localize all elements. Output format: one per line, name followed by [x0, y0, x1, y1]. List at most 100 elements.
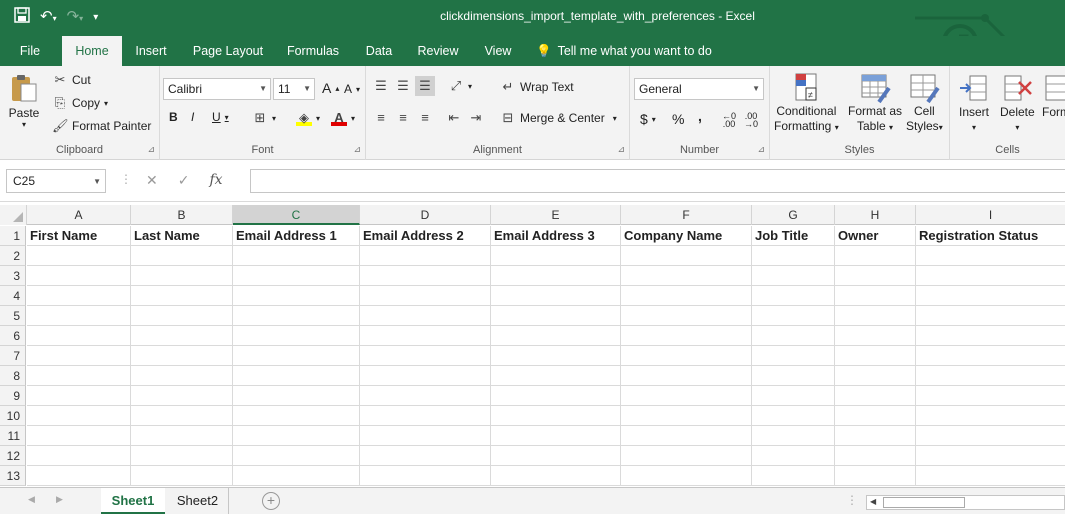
cell[interactable] [916, 306, 1065, 326]
cell[interactable] [27, 286, 131, 306]
cell[interactable] [621, 326, 752, 346]
fill-color-button[interactable]: ◈ ▾ [296, 110, 320, 126]
cell[interactable] [752, 346, 835, 366]
column-header-b[interactable]: B [131, 205, 233, 225]
sheet-tab-sheet1[interactable]: Sheet1 [101, 488, 165, 514]
cell[interactable] [621, 446, 752, 466]
cell[interactable] [916, 466, 1065, 486]
horizontal-scrollbar[interactable]: ◀ [866, 495, 1065, 510]
name-box[interactable]: C25 ▼ [6, 169, 106, 193]
wrap-text-button[interactable]: ↵ Wrap Text [500, 79, 574, 95]
cell[interactable] [131, 246, 233, 266]
cell[interactable] [131, 406, 233, 426]
cell[interactable] [27, 306, 131, 326]
cell[interactable] [360, 466, 491, 486]
cell[interactable] [835, 366, 916, 386]
header-cell[interactable]: First Name [27, 226, 131, 246]
cell[interactable] [27, 326, 131, 346]
cell[interactable] [233, 446, 360, 466]
cell[interactable] [27, 426, 131, 446]
format-painter-button[interactable]: 🖌 Format Painter [52, 118, 151, 134]
cell[interactable] [621, 386, 752, 406]
row-header-9[interactable]: 9 [0, 386, 26, 406]
increase-indent-button[interactable]: ⇥ [468, 110, 484, 126]
cell[interactable] [360, 306, 491, 326]
cell[interactable] [835, 286, 916, 306]
column-header-e[interactable]: E [491, 205, 621, 225]
cell[interactable] [131, 446, 233, 466]
cell[interactable] [233, 326, 360, 346]
row-header-8[interactable]: 8 [0, 366, 26, 386]
copy-button[interactable]: ⎘ Copy ▾ [52, 95, 108, 111]
scroll-left-arrow-icon[interactable]: ◀ [870, 497, 876, 506]
cell[interactable] [916, 406, 1065, 426]
conditional-formatting-button[interactable]: ≠ Conditional Formatting ▾ [774, 72, 839, 135]
tab-file[interactable]: File [10, 36, 50, 66]
cell[interactable] [233, 466, 360, 486]
cell[interactable] [621, 426, 752, 446]
cell[interactable] [233, 426, 360, 446]
cell[interactable] [491, 406, 621, 426]
column-header-a[interactable]: A [27, 205, 131, 225]
format-as-table-button[interactable]: Format as Table ▾ [848, 72, 902, 135]
enter-icon[interactable]: ✓ [178, 172, 190, 189]
cell[interactable] [752, 306, 835, 326]
row-header-13[interactable]: 13 [0, 466, 26, 486]
align-center-button[interactable]: ≡ [395, 110, 411, 126]
cell[interactable] [360, 286, 491, 306]
align-left-button[interactable]: ≡ [373, 110, 389, 126]
tab-data[interactable]: Data [358, 36, 400, 66]
cell[interactable] [491, 346, 621, 366]
scroll-right-icon[interactable]: ▶ [56, 494, 63, 505]
italic-button[interactable]: I [191, 110, 194, 124]
column-header-d[interactable]: D [360, 205, 491, 225]
cell[interactable] [916, 386, 1065, 406]
borders-button[interactable]: ⊞ ▾ [252, 110, 276, 126]
cell[interactable] [233, 306, 360, 326]
cell[interactable] [491, 326, 621, 346]
insert-cells-button[interactable]: Insert ▾ [958, 72, 990, 136]
cell[interactable] [360, 446, 491, 466]
cell[interactable] [835, 246, 916, 266]
cell[interactable] [621, 466, 752, 486]
column-header-i[interactable]: I [916, 205, 1065, 225]
cell[interactable] [752, 266, 835, 286]
align-middle-button[interactable]: ☰ [395, 78, 411, 94]
cell[interactable] [491, 306, 621, 326]
cell[interactable] [360, 386, 491, 406]
cut-button[interactable]: ✂ Cut [52, 72, 91, 88]
cell[interactable] [621, 406, 752, 426]
row-header-11[interactable]: 11 [0, 426, 26, 446]
row-header-6[interactable]: 6 [0, 326, 26, 346]
cell[interactable] [27, 386, 131, 406]
row-header-4[interactable]: 4 [0, 286, 26, 306]
cell[interactable] [835, 386, 916, 406]
increase-decimal-button[interactable]: ←0.00 [722, 112, 736, 129]
column-header-f[interactable]: F [621, 205, 752, 225]
cell[interactable] [360, 266, 491, 286]
cell[interactable] [233, 286, 360, 306]
cell[interactable] [491, 466, 621, 486]
formula-input[interactable] [250, 169, 1065, 193]
cell[interactable] [916, 346, 1065, 366]
tab-page-layout[interactable]: Page Layout [186, 36, 270, 66]
cell[interactable] [835, 266, 916, 286]
cell[interactable] [233, 246, 360, 266]
cell[interactable] [621, 246, 752, 266]
cell[interactable] [27, 446, 131, 466]
tab-formulas[interactable]: Formulas [280, 36, 346, 66]
split-handle-icon[interactable]: ⋮ [846, 493, 858, 507]
cell[interactable] [491, 386, 621, 406]
cell[interactable] [27, 246, 131, 266]
cell[interactable] [916, 366, 1065, 386]
cell[interactable] [360, 366, 491, 386]
delete-cells-button[interactable]: Delete ▾ [1000, 72, 1035, 136]
cell[interactable] [233, 406, 360, 426]
cell[interactable] [916, 326, 1065, 346]
cell[interactable] [835, 446, 916, 466]
align-top-button[interactable]: ☰ [373, 78, 389, 94]
align-right-button[interactable]: ≡ [417, 110, 433, 126]
cell[interactable] [621, 266, 752, 286]
cell[interactable] [752, 246, 835, 266]
tab-view[interactable]: View [477, 36, 519, 66]
